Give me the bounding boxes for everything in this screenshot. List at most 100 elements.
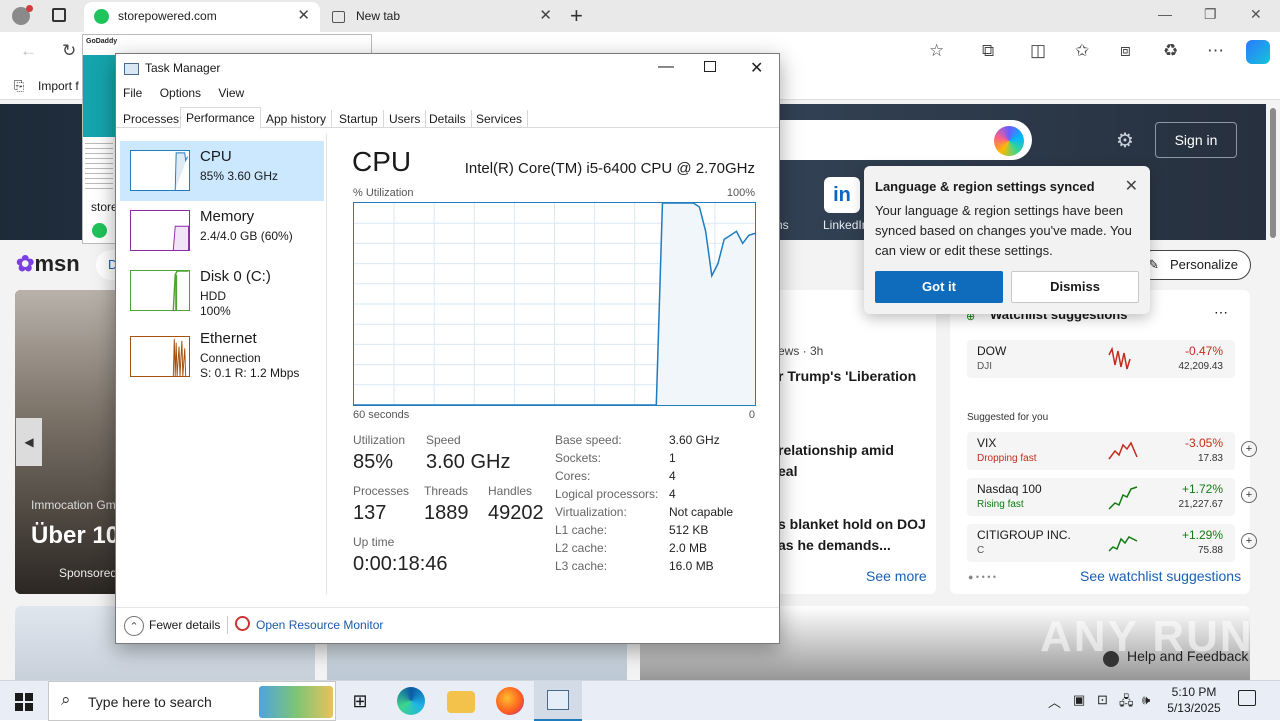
see-more-link[interactable]: See more bbox=[866, 568, 927, 584]
task-view-icon[interactable]: ⊞ bbox=[346, 687, 374, 715]
open-resource-monitor-link[interactable]: Open Resource Monitor bbox=[256, 618, 383, 632]
help-feedback-button[interactable]: Help and Feedback bbox=[1103, 648, 1248, 672]
news-headline-1[interactable]: r Trump's 'Liberation bbox=[778, 366, 916, 387]
menu-view[interactable]: View bbox=[218, 86, 244, 100]
sign-in-button[interactable]: Sign in bbox=[1155, 122, 1237, 158]
copilot-icon[interactable] bbox=[1246, 40, 1270, 64]
close-icon[interactable]: ✕ bbox=[750, 58, 763, 78]
add-to-watchlist-icon[interactable]: + bbox=[1241, 533, 1257, 549]
pager-dots-icon[interactable]: ● • • • • bbox=[968, 572, 996, 582]
msn-logo[interactable]: ✿msn bbox=[16, 251, 80, 277]
sidebar-value-2: S: 0.1 R: 1.2 Mbps bbox=[200, 366, 300, 380]
add-to-watchlist-icon[interactable]: + bbox=[1241, 441, 1257, 457]
tab-details[interactable]: Details bbox=[424, 110, 472, 128]
see-watchlist-link[interactable]: See watchlist suggestions bbox=[1080, 568, 1241, 584]
tab-app-history[interactable]: App history bbox=[261, 110, 333, 128]
spec-value: 1 bbox=[669, 451, 676, 465]
performance-icon[interactable]: ♻ bbox=[1163, 41, 1178, 61]
system-clock[interactable]: 5:10 PM 5/13/2025 bbox=[1164, 684, 1224, 716]
copilot-logo-icon[interactable] bbox=[994, 126, 1024, 156]
tab-storepowered[interactable]: storepowered.com ✕ bbox=[84, 2, 320, 32]
sidebar-item-ethernet[interactable]: Ethernet Connection S: 0.1 R: 1.2 Mbps bbox=[120, 327, 324, 387]
memory-thumbnail bbox=[130, 210, 190, 251]
tab-actions-icon[interactable] bbox=[52, 8, 66, 22]
split-screen-icon[interactable]: ◫ bbox=[1030, 41, 1046, 61]
carousel-prev-icon[interactable]: ◀ bbox=[16, 418, 42, 466]
scroll-thumb[interactable] bbox=[1270, 108, 1276, 238]
footer-divider bbox=[227, 616, 228, 634]
favorites-icon[interactable]: ✩ bbox=[1075, 41, 1089, 61]
firefox-icon[interactable] bbox=[496, 687, 524, 715]
more-menu-icon[interactable]: ⋯ bbox=[1207, 41, 1224, 61]
tab-performance[interactable]: Performance bbox=[180, 107, 261, 129]
minimize-icon[interactable]: — bbox=[658, 58, 674, 76]
tab-new-tab[interactable]: New tab ✕ bbox=[322, 2, 562, 32]
dismiss-button[interactable]: Dismiss bbox=[1011, 271, 1139, 303]
tab-startup[interactable]: Startup bbox=[334, 110, 384, 128]
tab-users[interactable]: Users bbox=[384, 110, 427, 128]
profile-avatar[interactable] bbox=[12, 5, 33, 25]
task-manager-taskbar-button[interactable] bbox=[534, 681, 582, 721]
godaddy-logo: GoDaddy bbox=[86, 38, 118, 45]
tab-services[interactable]: Services bbox=[471, 110, 529, 128]
plus-icon[interactable]: + bbox=[570, 3, 583, 29]
back-icon[interactable]: ← bbox=[20, 41, 37, 61]
got-it-button[interactable]: Got it bbox=[875, 271, 1003, 303]
notifications-icon[interactable] bbox=[1238, 690, 1256, 706]
windows-start-icon[interactable] bbox=[15, 693, 33, 711]
tray-app-icon[interactable]: ▣ bbox=[1073, 692, 1085, 708]
stock-row-vix[interactable]: VIX Dropping fast -3.05% 17.83 + bbox=[967, 432, 1257, 470]
watchlist-more-icon[interactable]: ⋯ bbox=[1214, 304, 1228, 321]
import-favorites-link[interactable]: Import f bbox=[38, 79, 79, 93]
clock-date: 5/13/2025 bbox=[1167, 701, 1221, 715]
add-to-watchlist-icon[interactable]: + bbox=[1241, 487, 1257, 503]
close-tab-icon[interactable]: ✕ bbox=[297, 2, 310, 30]
close-icon[interactable]: ✕ bbox=[1125, 176, 1138, 196]
news-headline-3[interactable]: s blanket hold on DOJ as he demands... bbox=[778, 514, 926, 556]
graph-max-label: 100% bbox=[726, 187, 755, 199]
sidebar-value: 85% 3.60 GHz bbox=[200, 169, 279, 183]
stock-row-dow[interactable]: DOW DJI -0.47% 42,209.43 bbox=[967, 340, 1235, 378]
msn-logo-text: msn bbox=[34, 251, 80, 276]
close-window-icon[interactable]: ✕ bbox=[1250, 6, 1262, 23]
sidebar-item-disk[interactable]: Disk 0 (C:) HDD 100% bbox=[120, 261, 324, 321]
chevron-up-icon[interactable]: ︿ bbox=[1048, 692, 1061, 711]
menu-file[interactable]: File bbox=[123, 86, 142, 100]
minimize-icon[interactable]: — bbox=[1158, 6, 1172, 22]
page-scrollbar[interactable] bbox=[1266, 100, 1280, 680]
sync-toast: Language & region settings synced ✕ Your… bbox=[864, 166, 1150, 314]
tab-processes[interactable]: Processes bbox=[118, 110, 186, 128]
taskbar: ⌕ Type here to search ⊞ ︿ ▣ ⊡ 🖧 🕪 5:10 P… bbox=[0, 680, 1280, 721]
cpu-utilization-graph bbox=[353, 202, 756, 406]
edge-icon[interactable] bbox=[397, 687, 425, 715]
task-manager-icon bbox=[124, 63, 139, 75]
stock-row-citigroup[interactable]: CITIGROUP INC. C +1.29% 75.88 + bbox=[967, 524, 1257, 562]
sidebar-item-cpu[interactable]: CPU 85% 3.60 GHz bbox=[120, 141, 324, 201]
restore-icon[interactable]: ❐ bbox=[1204, 6, 1217, 23]
collections-icon[interactable]: ⧈ bbox=[1120, 41, 1131, 61]
extensions-icon[interactable]: ⧉ bbox=[982, 41, 994, 61]
taskbar-search-box[interactable]: ⌕ Type here to search bbox=[48, 681, 336, 721]
task-manager-window: Task Manager — ✕ File Options View Proce… bbox=[115, 53, 780, 644]
linkedin-icon[interactable]: in bbox=[824, 177, 860, 213]
refresh-icon[interactable]: ↻ bbox=[62, 41, 76, 61]
file-explorer-icon[interactable] bbox=[447, 691, 475, 713]
spec-value: Not capable bbox=[669, 505, 734, 519]
close-tab-icon[interactable]: ✕ bbox=[539, 2, 552, 30]
maximize-icon[interactable] bbox=[704, 61, 716, 72]
news-headline-2[interactable]: relationship amid eal bbox=[778, 440, 894, 482]
network-icon[interactable]: 🖧 bbox=[1119, 692, 1134, 714]
stock-name: CITIGROUP INC. bbox=[977, 528, 1071, 542]
menu-options[interactable]: Options bbox=[160, 86, 201, 100]
gear-icon[interactable]: ⚙ bbox=[1116, 128, 1134, 153]
stock-change: -3.05% bbox=[1184, 436, 1223, 450]
pane-divider[interactable] bbox=[326, 134, 327, 594]
favorite-star-icon[interactable]: ☆ bbox=[929, 41, 944, 61]
uptime-value: 0:00:18:46 bbox=[353, 553, 448, 575]
personalize-button[interactable]: ✎ Personalize bbox=[1137, 250, 1251, 280]
sidebar-item-memory[interactable]: Memory 2.4/4.0 GB (60%) bbox=[120, 201, 324, 261]
fewer-details-button[interactable]: Fewer details bbox=[124, 616, 220, 636]
stock-row-nasdaq[interactable]: Nasdaq 100 Rising fast +1.72% 21,227.67 … bbox=[967, 478, 1257, 516]
volume-icon[interactable]: 🕪 bbox=[1142, 692, 1150, 708]
tray-device-icon[interactable]: ⊡ bbox=[1097, 692, 1108, 708]
